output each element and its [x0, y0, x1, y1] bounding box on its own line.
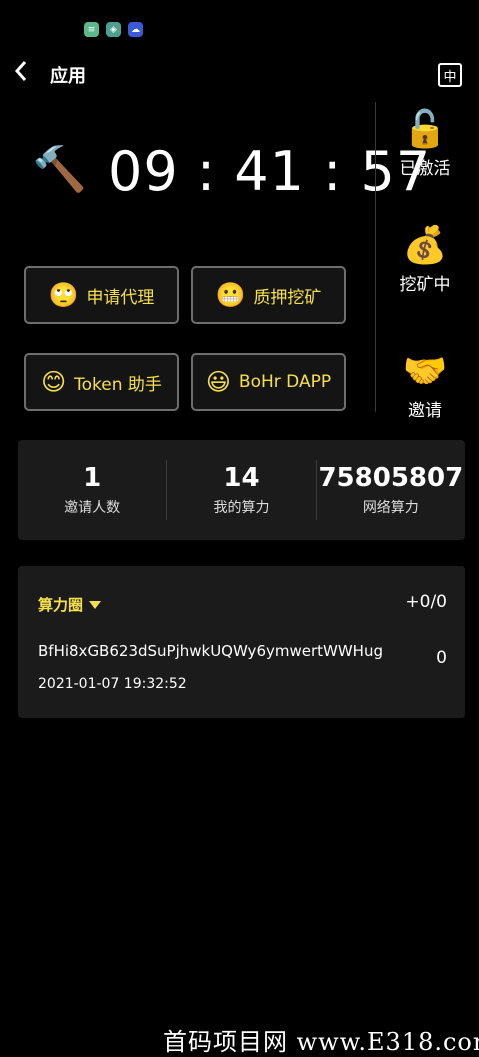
network-hashrate-stat: 75805807 网络算力 [317, 440, 465, 540]
record-timestamp: 2021-01-07 19:32:52 [38, 676, 187, 692]
bohr-dapp-label: BoHr DAPP [238, 372, 332, 392]
hashrate-circle-title: 算力圈 [38, 596, 84, 614]
app-icon-1: ≡ [84, 22, 99, 37]
hashrate-circle-card: 算力圈 +0/0 BfHi8xGB623dSuPjhwkUQWy6ymwertW… [18, 566, 465, 718]
invite-count-label: 邀请人数 [64, 500, 121, 516]
stats-panel: 1 邀请人数 14 我的算力 75805807 网络算力 [18, 440, 465, 540]
my-hashrate-label: 我的算力 [213, 500, 270, 516]
stake-mining-label: 质押挖矿 [253, 287, 322, 308]
shield-icon: ◈ [106, 22, 121, 37]
address-value: 0 [436, 648, 447, 668]
language-toggle-button[interactable]: 中 [438, 63, 462, 87]
triangle-down-icon [89, 600, 102, 609]
handshake-icon: 🤝 [402, 351, 448, 392]
apply-agent-button[interactable]: 🙄 申请代理 [24, 266, 179, 324]
page-title: 应用 [50, 66, 86, 87]
invite-label: 邀请 [408, 401, 442, 421]
watermark-text: 首码项目网 www.E318.com [163, 1028, 479, 1056]
invite-button[interactable]: 🤝 邀请 [380, 351, 470, 422]
vertical-divider [375, 102, 376, 412]
activated-label: 已激活 [399, 159, 451, 179]
network-hashrate-label: 网络算力 [362, 500, 419, 516]
mining-status[interactable]: 💰 挖矿中 [380, 225, 470, 296]
my-hashrate-stat: 14 我的算力 [167, 440, 315, 540]
hashrate-circle-dropdown[interactable]: 算力圈 [38, 594, 102, 615]
network-hashrate-value: 75805807 [318, 463, 464, 493]
stake-mining-button[interactable]: 😬 质押挖矿 [191, 266, 346, 324]
hammer-icon: 🔨 [32, 144, 87, 195]
token-helper-button[interactable]: 😊 Token 助手 [24, 353, 179, 411]
back-button[interactable] [14, 60, 28, 87]
apply-agent-label: 申请代理 [86, 287, 155, 308]
cloud-icon: ☁ [128, 22, 143, 37]
hashrate-circle-total: +0/0 [405, 592, 447, 612]
wallet-address: BfHi8xGB623dSuPjhwkUQWy6ymwertWWHug [38, 642, 383, 660]
rolling-eyes-icon: 🙄 [48, 281, 79, 309]
lock-icon: 🔓 [402, 109, 448, 150]
smile-icon: 😊 [41, 368, 67, 396]
token-helper-label: Token 助手 [74, 374, 162, 395]
grimace-icon: 😬 [215, 281, 246, 309]
status-bar-icons: ≡ ◈ ☁ [84, 22, 143, 37]
money-bag-icon: 💰 [402, 225, 448, 266]
invite-count-value: 1 [83, 463, 102, 493]
invite-count-stat: 1 邀请人数 [18, 440, 166, 540]
my-hashrate-value: 14 [223, 463, 260, 493]
activated-status[interactable]: 🔓 已激活 [380, 109, 470, 180]
mining-label: 挖矿中 [399, 275, 451, 295]
bohr-dapp-button[interactable]: 😃 BoHr DAPP [191, 353, 346, 411]
chevron-left-icon [14, 61, 27, 81]
grin-icon: 😃 [205, 368, 231, 396]
